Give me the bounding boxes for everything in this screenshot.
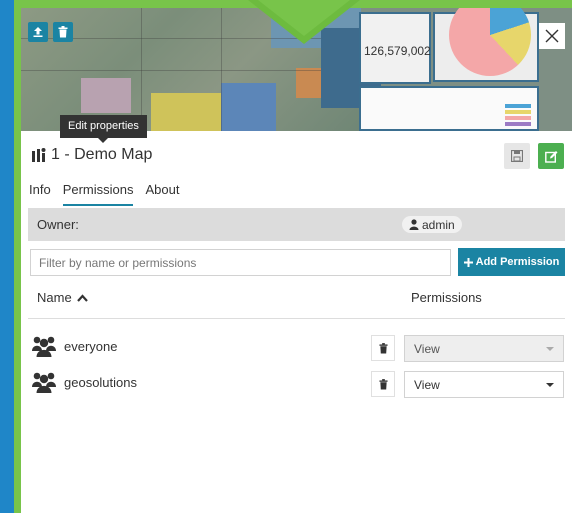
close-icon [545,29,559,43]
edit-button[interactable] [538,143,564,169]
tab-permissions[interactable]: Permissions [62,182,134,206]
user-icon [409,219,419,230]
group-name: geosolutions [64,375,137,390]
map-region [81,78,131,113]
upload-icon [33,27,43,37]
counter-widget-value: 126,579,002 [364,44,431,58]
tab-about[interactable]: About [145,182,179,206]
chevron-down-icon [546,383,554,387]
map-border [21,70,321,71]
group-name: everyone [64,339,118,354]
chart-widget [359,86,539,131]
table-row: everyone View [28,333,565,363]
name-column-header[interactable]: Name [37,290,88,305]
map-title-row: 1 - Demo Map [31,143,152,167]
map-icon [32,148,46,162]
upload-thumbnail-button[interactable] [28,22,48,42]
pointer-notch-inner [258,0,350,36]
edit-properties-tooltip: Edit properties [60,115,147,143]
map-region [151,93,221,131]
group-icon [32,336,56,357]
add-permission-label: Add Permission [475,256,560,268]
name-column-label: Name [37,290,72,305]
map-title: 1 - Demo Map [51,146,153,163]
chart-legend [505,104,531,128]
permission-filter-input[interactable] [30,249,451,276]
delete-permission-button[interactable] [371,371,395,397]
permissions-table-header: Name Permissions [28,286,565,319]
table-row: geosolutions View [28,369,565,399]
trash-icon [378,378,388,389]
delete-permission-button[interactable] [371,335,395,361]
owner-label: Owner: [37,217,79,232]
save-button[interactable] [504,143,530,169]
pie-widget [433,8,539,82]
tab-info[interactable]: Info [29,182,51,206]
map-region [221,83,276,131]
sort-up-icon [76,293,88,302]
permissions-column-header: Permissions [411,290,482,305]
permission-select[interactable]: View [404,335,564,362]
remove-thumbnail-button[interactable] [53,22,73,42]
add-permission-button[interactable]: Add Permission [458,248,565,276]
permission-select[interactable]: View [404,371,564,398]
trash-icon [378,342,388,353]
pie-chart [449,8,531,76]
save-icon [511,150,523,162]
plus-icon [463,257,473,267]
chevron-down-icon [546,347,554,351]
owner-chip: admin [402,216,462,233]
owner-name: admin [422,217,455,232]
permission-select-value: View [414,341,440,356]
trash-icon [58,26,68,38]
edit-icon [544,150,557,163]
group-icon [32,372,56,393]
owner-bar: Owner: admin [28,208,565,241]
counter-widget: 126,579,002 [359,12,431,84]
permission-select-value: View [414,377,440,392]
map-details-panel: 126,579,002 Edit properties 1 - Demo Map… [21,8,572,513]
detail-tabs: Info Permissions About [29,182,191,206]
close-button[interactable] [539,23,565,49]
